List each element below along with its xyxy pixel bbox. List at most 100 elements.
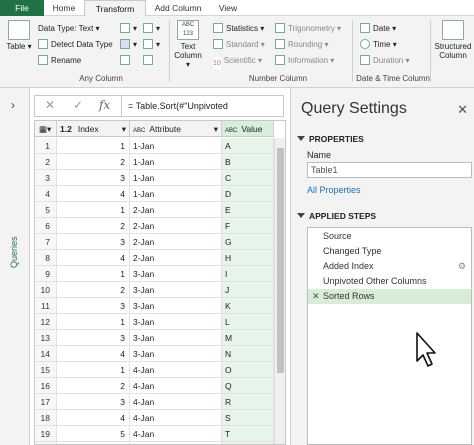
cell-attribute[interactable]: 1-Jan (130, 186, 222, 202)
cell-attribute[interactable]: 4-Jan (130, 426, 222, 442)
row-number[interactable]: 19 (35, 426, 57, 442)
rename-button[interactable]: Rename (38, 54, 81, 67)
properties-section[interactable]: PROPERTIES (297, 134, 364, 144)
cell-value[interactable]: H (222, 250, 274, 266)
column-header-index[interactable]: 1.2 Index ▾ (57, 121, 130, 137)
confirm-icon[interactable]: ✓ (73, 98, 83, 112)
cell-value[interactable]: J (222, 282, 274, 298)
cell-attribute[interactable]: 3-Jan (130, 346, 222, 362)
cell-index[interactable]: 4 (57, 250, 130, 266)
step-sorted-rows[interactable]: ✕ Sorted Rows (308, 289, 471, 304)
tab-view[interactable]: View (210, 0, 246, 16)
row-number[interactable]: 10 (35, 282, 57, 298)
close-icon[interactable]: ✕ (457, 102, 468, 118)
cell-attribute[interactable]: 1-Jan (130, 138, 222, 154)
row-number[interactable]: 3 (35, 170, 57, 186)
cell-value[interactable]: K (222, 298, 274, 314)
table-menu-icon[interactable]: ▦▾ (35, 121, 57, 137)
row-number[interactable]: 16 (35, 378, 57, 394)
pivot-button[interactable] (120, 54, 133, 67)
information-dropdown[interactable]: Information ▾ (275, 54, 334, 67)
cell-index[interactable]: 3 (57, 170, 130, 186)
tab-file[interactable]: File (0, 0, 44, 16)
sort-filter-icon[interactable]: ▾ (214, 121, 218, 136)
move-button[interactable]: ▾ (143, 38, 160, 51)
row-number[interactable]: 18 (35, 410, 57, 426)
cell-value[interactable]: F (222, 218, 274, 234)
cell-index[interactable]: 1 (57, 314, 130, 330)
row-number[interactable]: 13 (35, 330, 57, 346)
scientific-dropdown[interactable]: 10 Scientific ▾ (213, 54, 262, 70)
cell-index[interactable]: 2 (57, 282, 130, 298)
cell-value[interactable]: T (222, 426, 274, 442)
query-name-input[interactable]: Table1 (307, 162, 472, 178)
row-number[interactable]: 11 (35, 298, 57, 314)
vertical-scrollbar[interactable] (274, 138, 285, 444)
row-number[interactable]: 1 (35, 138, 57, 154)
delete-step-icon[interactable]: ✕ (312, 289, 320, 304)
rounding-dropdown[interactable]: Rounding ▾ (275, 38, 329, 51)
cell-attribute[interactable]: 4-Jan (130, 394, 222, 410)
filter-dropdown-icon[interactable]: ▾ (122, 121, 126, 136)
cell-attribute[interactable]: 3-Jan (130, 314, 222, 330)
row-number[interactable]: 12 (35, 314, 57, 330)
expand-chevron-icon[interactable]: › (11, 98, 15, 112)
cell-value[interactable]: D (222, 186, 274, 202)
row-number[interactable]: 17 (35, 394, 57, 410)
cell-attribute[interactable]: 3-Jan (130, 282, 222, 298)
cell-value[interactable]: B (222, 154, 274, 170)
cell-attribute[interactable]: 4-Jan (130, 410, 222, 426)
cell-index[interactable]: 3 (57, 330, 130, 346)
cell-index[interactable]: 4 (57, 346, 130, 362)
cell-index[interactable]: 2 (57, 218, 130, 234)
cell-value[interactable]: Q (222, 378, 274, 394)
cell-index[interactable]: 1 (57, 138, 130, 154)
cell-index[interactable]: 5 (57, 426, 130, 442)
cell-value[interactable]: M (222, 330, 274, 346)
step-changed-type[interactable]: Changed Type (308, 244, 471, 259)
cell-index[interactable]: 4 (57, 186, 130, 202)
text-column-button[interactable]: ABC 123 Text Column ▾ (172, 20, 204, 69)
row-number[interactable]: 9 (35, 266, 57, 282)
row-number[interactable]: 15 (35, 362, 57, 378)
column-header-value[interactable]: ABC Value (222, 121, 274, 137)
cell-index[interactable]: 1 (57, 266, 130, 282)
unpivot-button[interactable]: ▾ (143, 22, 160, 35)
time-dropdown[interactable]: Time ▾ (360, 38, 397, 51)
column-header-attribute[interactable]: ABC Attribute ▾ (130, 121, 222, 137)
cancel-icon[interactable]: ✕ (45, 98, 55, 112)
row-number[interactable]: 8 (35, 250, 57, 266)
fill-button[interactable]: ▾ (120, 38, 137, 51)
step-added-index[interactable]: Added Index ⚙ (308, 259, 471, 274)
cell-index[interactable]: 4 (57, 410, 130, 426)
all-properties-link[interactable]: All Properties (307, 185, 361, 195)
replace-values-button[interactable]: ▾ (120, 22, 137, 35)
data-type-dropdown[interactable]: Data Type: Text ▾ (38, 22, 100, 35)
date-dropdown[interactable]: Date ▾ (360, 22, 396, 35)
cell-attribute[interactable]: 2-Jan (130, 234, 222, 250)
cell-attribute[interactable]: 3-Jan (130, 330, 222, 346)
cell-attribute[interactable]: 3-Jan (130, 266, 222, 282)
convert-to-list-button[interactable] (143, 54, 156, 67)
gear-icon[interactable]: ⚙ (458, 259, 466, 274)
cell-value[interactable]: S (222, 410, 274, 426)
standard-dropdown[interactable]: Standard ▾ (213, 38, 265, 51)
structured-column-button[interactable]: Structured Column (432, 20, 474, 60)
row-number[interactable]: 5 (35, 202, 57, 218)
statistics-dropdown[interactable]: Statistics ▾ (213, 22, 264, 35)
cell-attribute[interactable]: 2-Jan (130, 218, 222, 234)
cell-attribute[interactable]: 1-Jan (130, 154, 222, 170)
step-source[interactable]: Source (308, 229, 471, 244)
cell-index[interactable]: 1 (57, 202, 130, 218)
cell-attribute[interactable]: 4-Jan (130, 378, 222, 394)
formula-input[interactable]: = Table.Sort(#"Unpivoted (121, 96, 285, 116)
row-number[interactable]: 2 (35, 154, 57, 170)
queries-pane-label[interactable]: Queries (9, 236, 19, 268)
detect-data-type-button[interactable]: Detect Data Type (38, 38, 113, 51)
tab-transform[interactable]: Transform (84, 0, 146, 17)
cell-index[interactable]: 3 (57, 394, 130, 410)
cell-index[interactable]: 2 (57, 154, 130, 170)
cell-attribute[interactable]: 3-Jan (130, 298, 222, 314)
cell-index[interactable]: 2 (57, 378, 130, 394)
cell-value[interactable]: N (222, 346, 274, 362)
